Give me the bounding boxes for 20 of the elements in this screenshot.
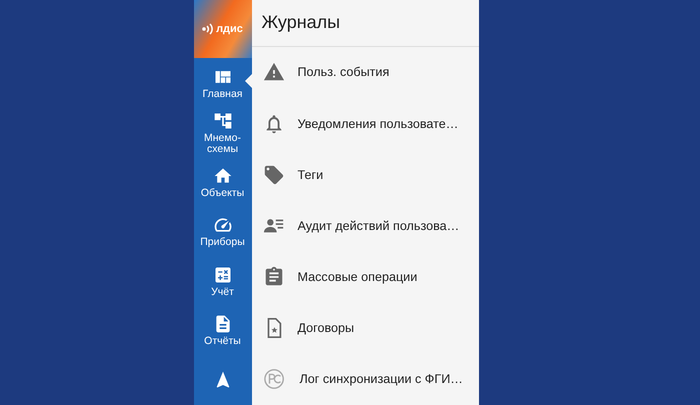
signal-icon xyxy=(202,23,214,36)
menu-item[interactable]: Договоры xyxy=(252,302,478,354)
warning-icon xyxy=(262,61,284,84)
nav-item[interactable]: Мнемо-схемы xyxy=(194,108,252,158)
menu-item[interactable]: Массовые операции xyxy=(252,252,478,303)
calculator-icon xyxy=(212,264,232,285)
menu-item[interactable]: Лог синхронизации с ФГИ… xyxy=(252,354,478,405)
nav-item[interactable]: Приборы xyxy=(194,206,252,256)
circle-logo-icon xyxy=(262,368,286,390)
nav-item[interactable]: Учёт xyxy=(194,256,252,306)
menu-item[interactable]: Аудит действий пользова… xyxy=(252,200,478,252)
panel-title: Журналы xyxy=(262,12,340,34)
tag-icon xyxy=(262,164,284,186)
menu-item[interactable]: Уведомления пользовате… xyxy=(252,98,478,150)
nav-item[interactable]: Отчёты xyxy=(194,306,252,356)
menu-item[interactable]: Теги xyxy=(252,149,478,200)
nav-item[interactable]: Объекты xyxy=(194,157,252,207)
menu-item[interactable]: Польз. события xyxy=(252,46,478,98)
hierarchy-icon xyxy=(212,110,232,131)
logo-text: лдис xyxy=(216,23,243,36)
